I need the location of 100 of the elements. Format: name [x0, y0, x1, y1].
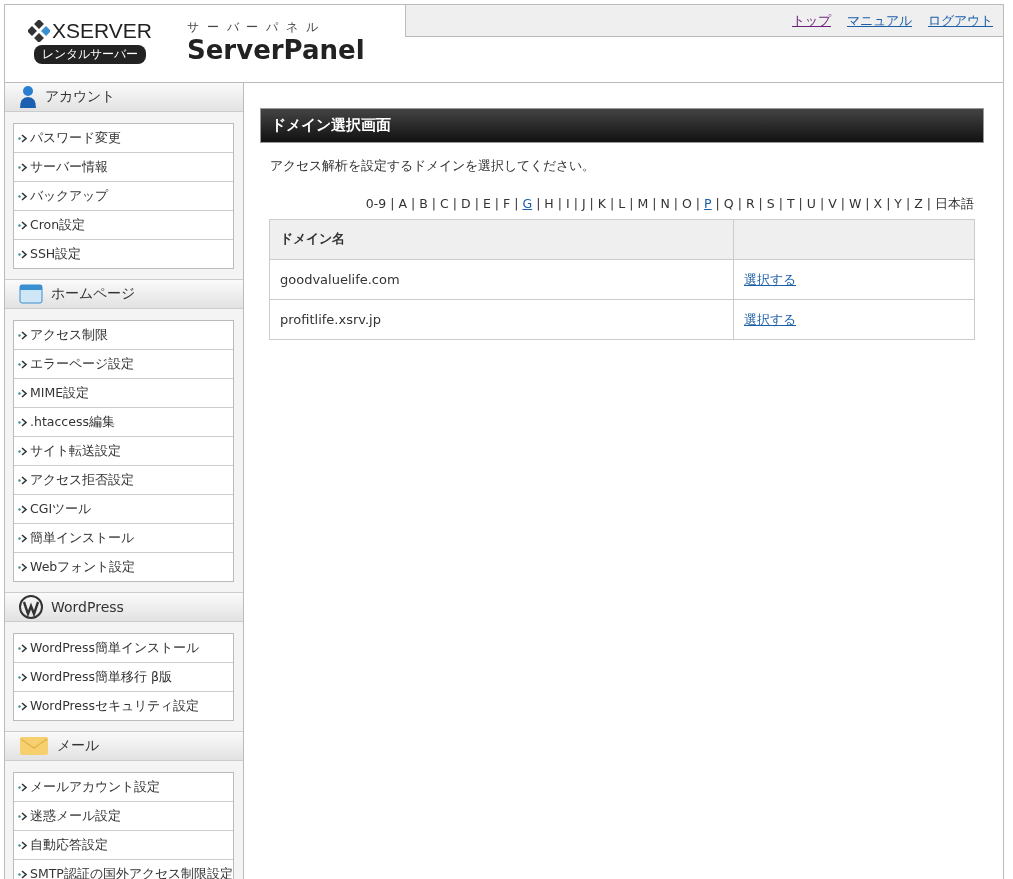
- menu-item[interactable]: エラーページ設定: [14, 349, 233, 378]
- chevron-icon: [18, 249, 28, 259]
- index-letter: N: [660, 196, 670, 213]
- chevron-icon: [18, 533, 28, 543]
- menu-item[interactable]: .htaccess編集: [14, 407, 233, 436]
- menu-item-label: Cron設定: [30, 216, 86, 234]
- index-letter: W: [848, 196, 862, 213]
- menu-item[interactable]: 自動応答設定: [14, 830, 233, 859]
- chevron-icon: [18, 133, 28, 143]
- menu-item[interactable]: Cron設定: [14, 210, 233, 239]
- menu-item-label: CGIツール: [30, 500, 92, 518]
- separator: |: [610, 196, 615, 213]
- index-link[interactable]: P: [704, 196, 712, 213]
- header-link[interactable]: マニュアル: [847, 11, 912, 30]
- menu-item-label: アクセス拒否設定: [30, 471, 134, 489]
- chevron-icon: [18, 330, 28, 340]
- index-link[interactable]: G: [522, 196, 533, 213]
- menu-item[interactable]: メールアカウント設定: [14, 773, 233, 801]
- section-title: メール: [57, 737, 99, 755]
- index-letter: E: [482, 196, 491, 213]
- separator: |: [411, 196, 416, 213]
- chevron-icon: [18, 672, 28, 682]
- menu-item-label: 迷惑メール設定: [30, 807, 121, 825]
- select-link[interactable]: 選択する: [744, 271, 796, 287]
- menu-item[interactable]: SSH設定: [14, 239, 233, 268]
- menu-item[interactable]: SMTP認証の国外アクセス制限設定: [14, 859, 233, 879]
- index-letter: J: [581, 196, 586, 213]
- person-icon: [19, 85, 37, 109]
- index-letter: V: [828, 196, 837, 213]
- separator: |: [452, 196, 458, 213]
- separator: |: [494, 196, 499, 213]
- menu-item-label: エラーページ設定: [30, 355, 134, 373]
- separator: |: [652, 196, 657, 213]
- chevron-icon: [18, 388, 28, 398]
- separator: |: [926, 196, 931, 213]
- menu-item[interactable]: サーバー情報: [14, 152, 233, 181]
- index-letter: C: [440, 196, 449, 213]
- chevron-icon: [18, 446, 28, 456]
- menu-item-label: バックアップ: [30, 187, 108, 205]
- chevron-icon: [18, 162, 28, 172]
- menu-item[interactable]: WordPressセキュリティ設定: [14, 691, 233, 720]
- panel-subtitle: サ ー バ ー パ ネ ル: [187, 19, 321, 36]
- separator: |: [778, 196, 783, 213]
- menu-item[interactable]: サイト転送設定: [14, 436, 233, 465]
- section-title: アカウント: [45, 88, 115, 106]
- page-title-bar: ドメイン選択画面: [260, 108, 984, 143]
- chevron-icon: [18, 869, 28, 879]
- index-letter: U: [806, 196, 816, 213]
- separator: |: [865, 196, 870, 213]
- index-letter: 0-9: [365, 196, 387, 213]
- menu-item[interactable]: Webフォント設定: [14, 552, 233, 581]
- chevron-icon: [18, 643, 28, 653]
- menu-item[interactable]: CGIツール: [14, 494, 233, 523]
- index-letter: T: [786, 196, 795, 213]
- chevron-icon: [18, 504, 28, 514]
- menu-item[interactable]: WordPress簡単移行 β版: [14, 662, 233, 691]
- chevron-icon: [18, 562, 28, 572]
- menu-item[interactable]: アクセス制限: [14, 321, 233, 349]
- select-link[interactable]: 選択する: [744, 311, 796, 327]
- separator: |: [474, 196, 479, 213]
- separator: |: [798, 196, 803, 213]
- menu-item[interactable]: パスワード変更: [14, 124, 233, 152]
- domain-cell: goodvaluelife.com: [269, 259, 734, 300]
- column-header: ドメイン名: [269, 219, 734, 260]
- menu-item[interactable]: WordPress簡単インストール: [14, 634, 233, 662]
- chevron-icon: [18, 417, 28, 427]
- menu-item-label: WordPress簡単移行 β版: [30, 668, 172, 686]
- separator: |: [737, 196, 742, 213]
- separator: |: [715, 196, 720, 213]
- menu-item[interactable]: アクセス拒否設定: [14, 465, 233, 494]
- instruction-text: アクセス解析を設定するドメインを選択してください。: [270, 157, 596, 175]
- logo-text: XSERVER: [52, 19, 152, 43]
- index-letter: S: [766, 196, 775, 213]
- menu-item-label: アクセス制限: [30, 326, 108, 344]
- index-letter: K: [597, 196, 606, 213]
- separator: |: [431, 196, 437, 213]
- index-letter: O: [682, 196, 692, 213]
- logo-badge: レンタルサーバー: [34, 45, 146, 64]
- menu-item-label: メールアカウント設定: [30, 778, 160, 796]
- section-title: ホームページ: [51, 285, 135, 303]
- separator: |: [557, 196, 562, 213]
- menu-item[interactable]: MIME設定: [14, 378, 233, 407]
- menu-item[interactable]: 迷惑メール設定: [14, 801, 233, 830]
- index-letter: Y: [894, 196, 902, 213]
- separator: |: [906, 196, 911, 213]
- header-link[interactable]: トップ: [792, 11, 831, 30]
- menu-item-label: パスワード変更: [30, 129, 121, 147]
- menu-item-label: WordPressセキュリティ設定: [30, 697, 200, 715]
- separator: |: [629, 196, 634, 213]
- index-letter: 日本語: [935, 196, 974, 213]
- section-title: WordPress: [51, 599, 124, 615]
- chevron-icon: [18, 782, 28, 792]
- envelope-icon: [19, 735, 49, 757]
- separator: |: [840, 196, 845, 213]
- menu-item-label: .htaccess編集: [30, 413, 115, 431]
- menu-item[interactable]: バックアップ: [14, 181, 233, 210]
- menu-item[interactable]: 簡単インストール: [14, 523, 233, 552]
- index-letter: D: [461, 196, 471, 213]
- separator: |: [589, 196, 594, 213]
- header-link[interactable]: ログアウト: [928, 11, 993, 30]
